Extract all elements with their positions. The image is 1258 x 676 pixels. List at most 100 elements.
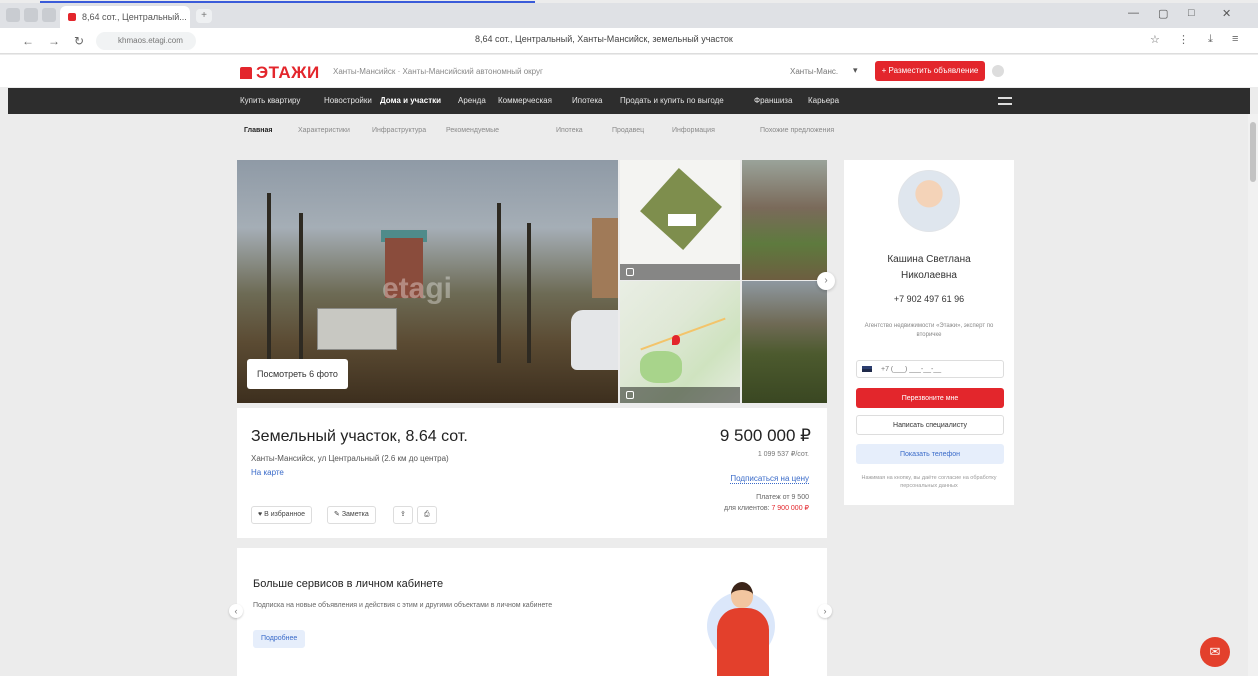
agent-phone[interactable]: +7 902 497 61 96 bbox=[844, 294, 1014, 304]
mortgage-info: Платеж от 9 500 для клиентов: 7 900 000 … bbox=[724, 492, 809, 514]
extensions-icon[interactable]: ⋮ bbox=[1178, 33, 1189, 46]
nav-item[interactable]: Франшиза bbox=[754, 96, 792, 105]
subnav-item[interactable]: Ипотека bbox=[556, 127, 583, 134]
map-icon bbox=[626, 391, 634, 399]
photo-detail bbox=[497, 203, 501, 363]
thumbnail-caption bbox=[620, 387, 740, 403]
share-button[interactable]: ⇪ bbox=[393, 506, 413, 524]
browser-window-control[interactable] bbox=[6, 8, 20, 22]
subnav-item[interactable]: Продавец bbox=[612, 127, 644, 134]
post-ad-button[interactable]: + Разместить объявление bbox=[875, 61, 985, 81]
avatar bbox=[898, 170, 960, 232]
downloads-icon[interactable]: ⤓ bbox=[1208, 33, 1213, 46]
print-button[interactable]: ⎙ bbox=[417, 506, 437, 524]
subnav-item[interactable]: Информация bbox=[672, 127, 715, 134]
forward-icon[interactable]: → bbox=[48, 34, 60, 48]
browser-tab-title: 8,64 сот., Центральный... bbox=[82, 12, 187, 22]
photo-detail bbox=[571, 310, 618, 370]
map-thumbnail[interactable] bbox=[620, 281, 740, 403]
menu-icon[interactable]: ≡ bbox=[1232, 33, 1238, 45]
promo-more-button[interactable]: Подробнее bbox=[253, 630, 306, 648]
favicon-icon bbox=[68, 13, 76, 21]
hamburger-menu-icon[interactable] bbox=[998, 97, 1012, 105]
promo-illustration bbox=[707, 568, 777, 676]
restore-icon[interactable]: ▢ bbox=[1158, 7, 1168, 20]
listing-address: Ханты-Мансийск, ул Центральный (2.6 км д… bbox=[251, 454, 449, 463]
photo-detail bbox=[267, 193, 271, 363]
sub-nav: Главная Характеристики Инфраструктура Ре… bbox=[0, 125, 1258, 141]
photo-watermark: etagi bbox=[382, 272, 453, 305]
back-icon[interactable]: ← bbox=[22, 34, 34, 48]
price-subscribe-link[interactable]: Подписаться на цену bbox=[730, 474, 809, 484]
maximize-icon[interactable]: □ bbox=[1188, 7, 1195, 19]
user-profile-icon[interactable] bbox=[992, 65, 1004, 77]
nav-item[interactable]: Купить квартиру bbox=[240, 96, 300, 105]
browser-address-bar: ← → ↻ khmaos.etagi.com 8,64 сот., Центра… bbox=[0, 28, 1258, 54]
page-scrollbar[interactable] bbox=[1248, 114, 1258, 676]
browser-tab[interactable]: 8,64 сот., Центральный... bbox=[60, 6, 190, 28]
photo-detail bbox=[527, 223, 531, 363]
nav-item[interactable]: Новостройки bbox=[324, 96, 372, 105]
subnav-item[interactable]: Инфраструктура bbox=[372, 127, 426, 134]
new-tab-button[interactable]: + bbox=[196, 9, 212, 23]
subnav-item-active[interactable]: Главная bbox=[244, 127, 272, 134]
illustration-body bbox=[717, 608, 769, 676]
map-road bbox=[640, 317, 726, 351]
nav-item[interactable]: Карьера bbox=[808, 96, 839, 105]
subnav-item[interactable]: Рекомендуемые bbox=[446, 127, 499, 134]
listing-title: Земельный участок, 8.64 сот. bbox=[251, 428, 468, 445]
agent-patronymic: Николаевна bbox=[901, 270, 957, 281]
agent-name: Кашина Светлана Николаевна bbox=[844, 252, 1014, 284]
browser-tab-bar: 8,64 сот., Центральный... + — ▢ □ ✕ bbox=[0, 3, 1258, 28]
price-per-unit: 1 099 537 ₽/сот. bbox=[757, 451, 809, 458]
country-flag-icon[interactable] bbox=[862, 366, 872, 372]
callback-button[interactable]: Перезвоните мне bbox=[856, 388, 1004, 408]
close-icon[interactable]: ✕ bbox=[1222, 7, 1231, 20]
page-title: 8,64 сот., Центральный, Ханты-Мансийск, … bbox=[475, 34, 733, 44]
nav-item[interactable]: Продать и купить по выгоде bbox=[620, 96, 724, 105]
subnav-item[interactable]: Характеристики bbox=[298, 127, 350, 134]
agent-card: Кашина Светлана Николаевна +7 902 497 61… bbox=[844, 160, 1014, 505]
plot-plan-thumbnail[interactable] bbox=[620, 160, 740, 280]
minimize-icon[interactable]: — bbox=[1128, 7, 1139, 19]
promo-title: Больше сервисов в личном кабинете bbox=[253, 578, 444, 590]
url-input[interactable]: khmaos.etagi.com bbox=[96, 32, 196, 50]
gallery-next-button[interactable]: › bbox=[817, 272, 835, 290]
print-icon: ⎙ bbox=[424, 511, 430, 518]
photo-thumbnail[interactable] bbox=[742, 281, 827, 403]
photo-gallery: etagi Посмотреть 6 фото bbox=[237, 160, 827, 403]
chevron-down-icon[interactable]: ▾ bbox=[853, 65, 858, 76]
share-icon: ⇪ bbox=[400, 511, 406, 518]
favorite-button[interactable]: ♥ В избранное bbox=[251, 506, 313, 524]
agent-surname: Кашина Светлана bbox=[887, 254, 971, 265]
chat-icon[interactable]: ✉ bbox=[1200, 637, 1230, 667]
agent-note: Агентство недвижимости «Этажи», эксперт … bbox=[864, 323, 994, 338]
bookmark-icon[interactable]: ☆ bbox=[1150, 33, 1160, 46]
scroll-thumb[interactable] bbox=[1250, 122, 1256, 182]
show-photos-button[interactable]: Посмотреть 6 фото bbox=[247, 359, 348, 389]
region-selector[interactable]: Ханты-Мансийск · Ханты-Мансийский автоно… bbox=[333, 67, 543, 76]
mortgage-line: Платеж от 9 500 bbox=[756, 494, 809, 501]
site-logo[interactable]: ЭТАЖИ bbox=[240, 63, 320, 83]
nav-item[interactable]: Коммерческая bbox=[498, 96, 552, 105]
map-link[interactable]: На карте bbox=[251, 468, 284, 477]
main-photo[interactable]: etagi Посмотреть 6 фото bbox=[237, 160, 618, 403]
subnav-item[interactable]: Похожие предложения bbox=[760, 127, 834, 134]
note-label: Заметка bbox=[341, 511, 369, 518]
nav-item[interactable]: Аренда bbox=[458, 96, 486, 105]
map-park bbox=[640, 351, 682, 383]
browser-window-control[interactable] bbox=[24, 8, 38, 22]
promo-prev-button[interactable]: ‹ bbox=[229, 604, 243, 618]
listing-card: Земельный участок, 8.64 сот. Ханты-Манси… bbox=[237, 408, 827, 538]
photo-thumbnail[interactable] bbox=[742, 160, 827, 280]
nav-item[interactable]: Ипотека bbox=[572, 96, 603, 105]
show-phone-button[interactable]: Показать телефон bbox=[856, 444, 1004, 464]
browser-window-control[interactable] bbox=[42, 8, 56, 22]
phone-input[interactable] bbox=[856, 360, 1004, 378]
message-agent-button[interactable]: Написать специалисту bbox=[856, 415, 1004, 435]
promo-next-button[interactable]: › bbox=[818, 604, 832, 618]
city-selector[interactable]: Ханты-Манс. bbox=[790, 67, 838, 76]
nav-item-active[interactable]: Дома и участки bbox=[380, 96, 441, 105]
note-button[interactable]: ✎ Заметка bbox=[327, 506, 376, 524]
reload-icon[interactable]: ↻ bbox=[74, 34, 84, 48]
